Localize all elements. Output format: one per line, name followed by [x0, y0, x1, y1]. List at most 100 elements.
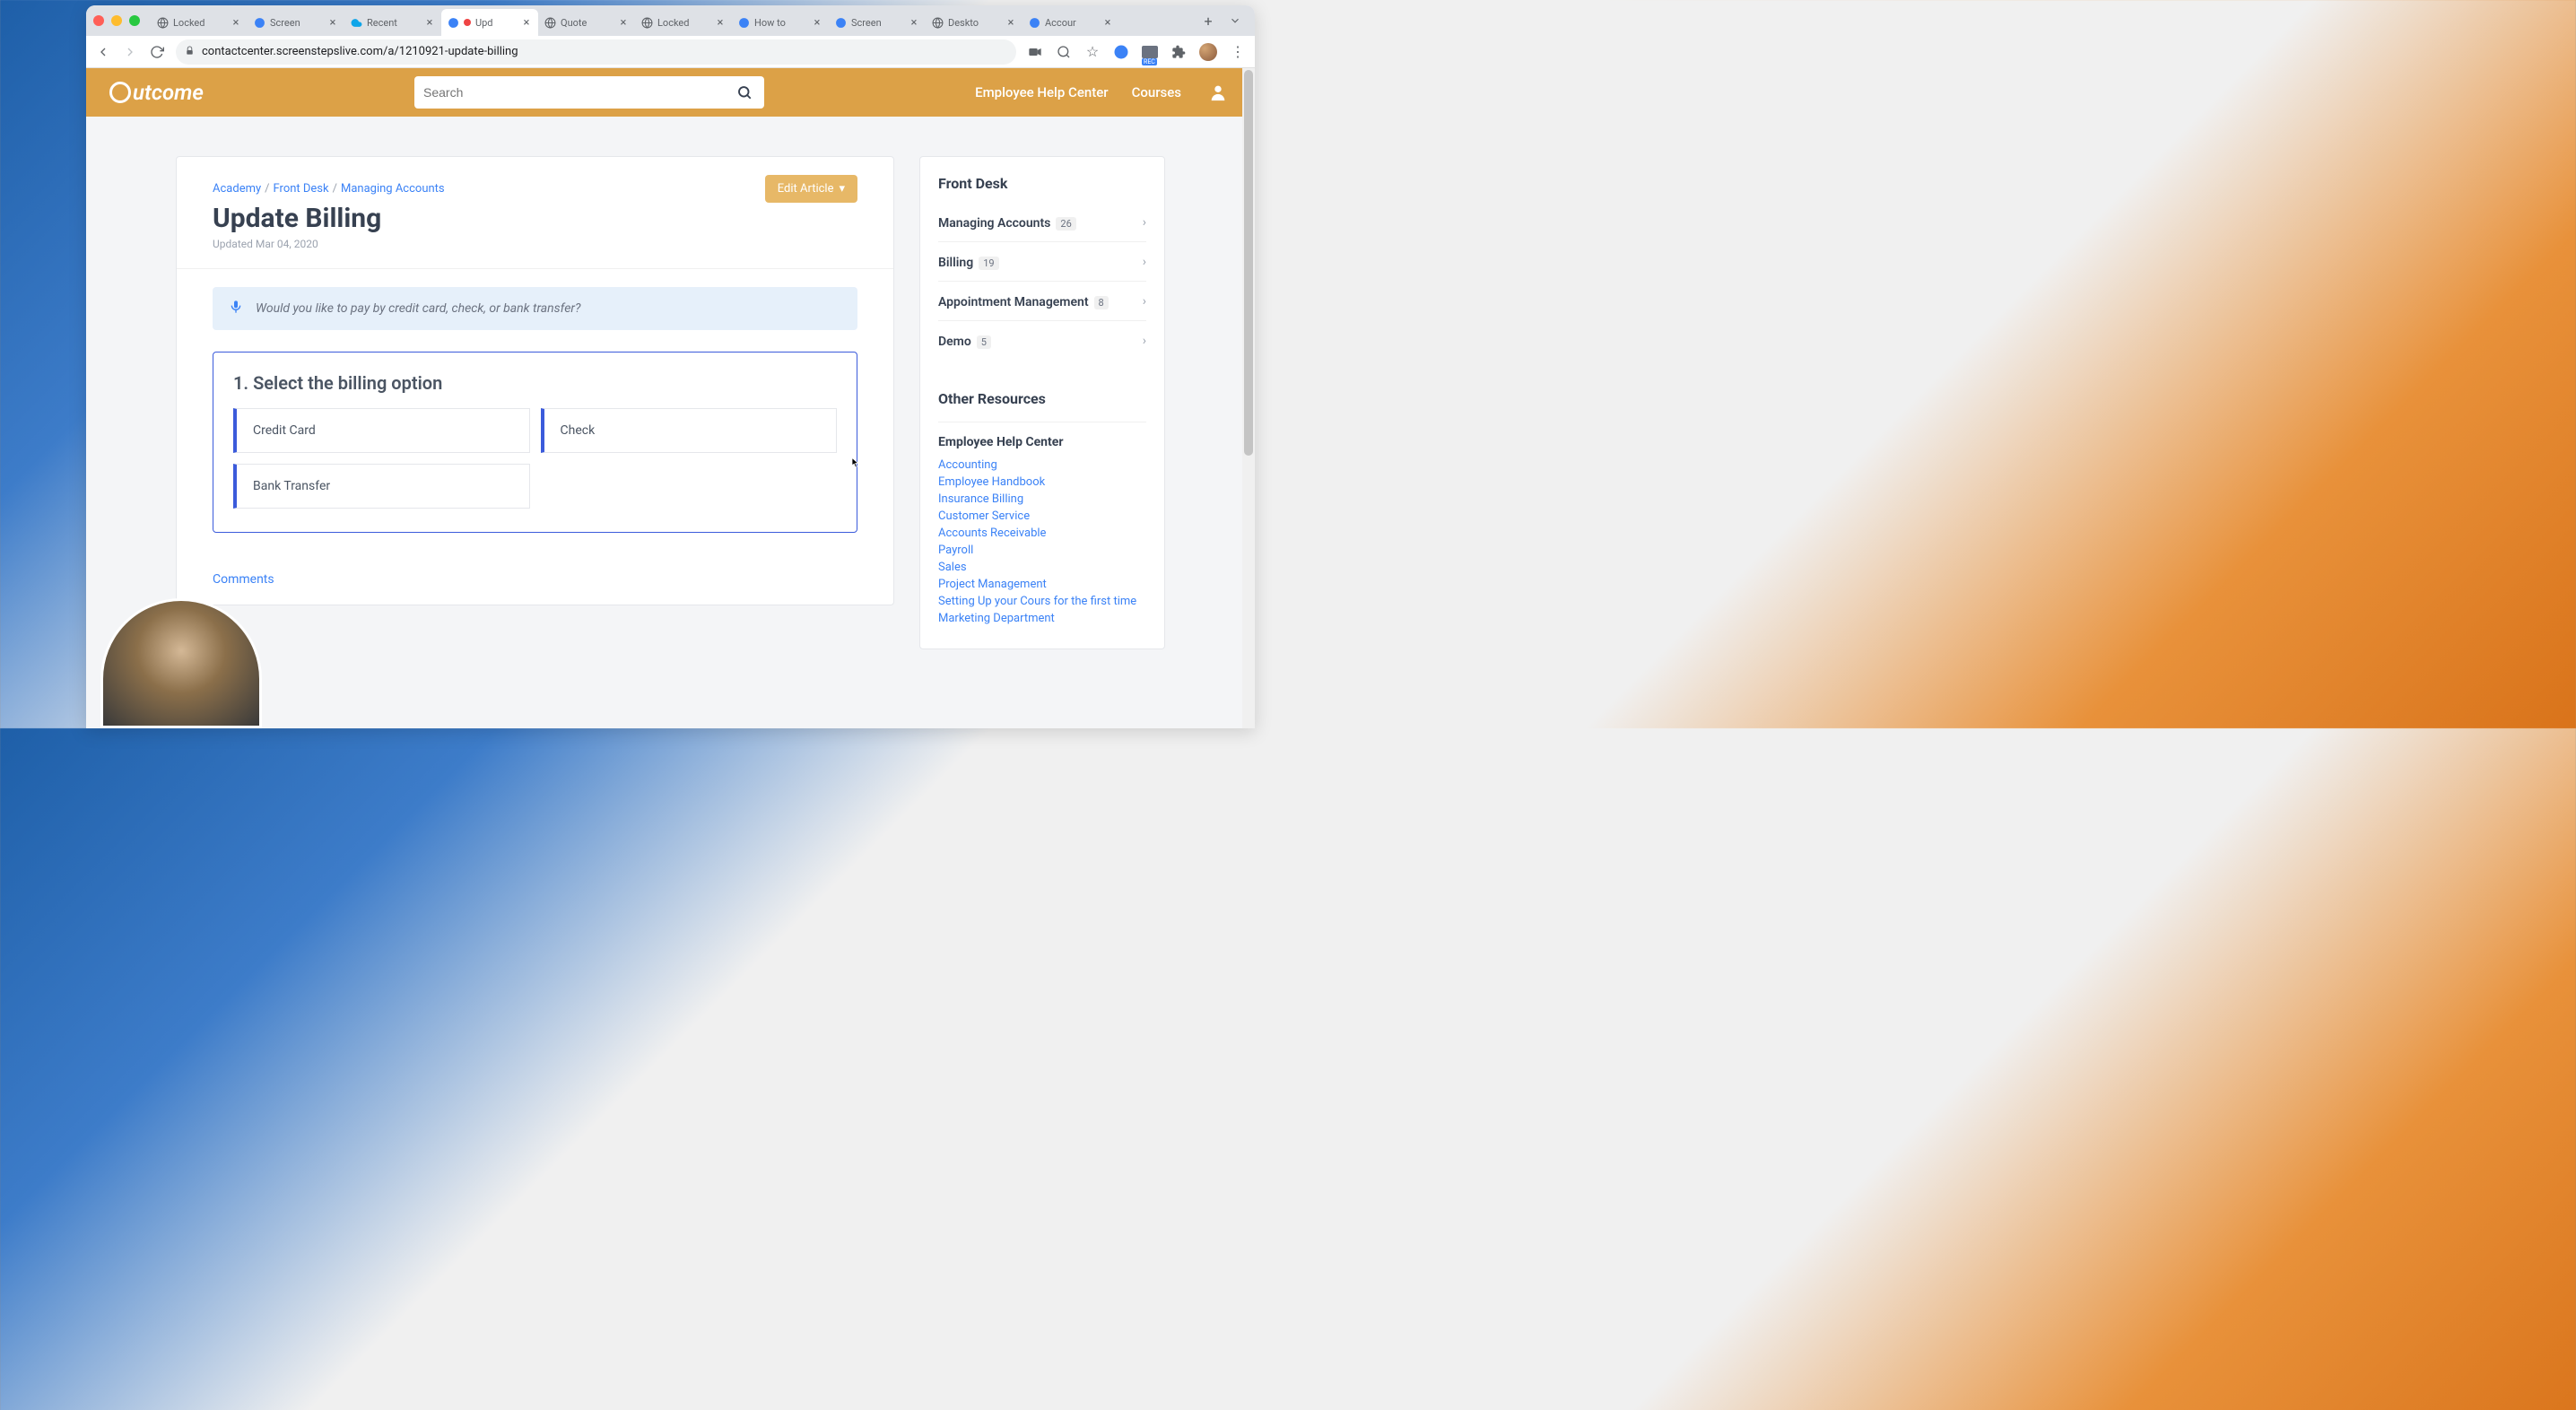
- camera-icon[interactable]: [1027, 44, 1043, 60]
- sidebar-category-item[interactable]: Billing19›: [938, 241, 1146, 281]
- breadcrumb-link[interactable]: Front Desk: [274, 182, 329, 196]
- extension-blue-icon[interactable]: [1113, 44, 1129, 60]
- tab-title: Screen: [270, 17, 322, 29]
- comments-link[interactable]: Comments: [177, 560, 893, 605]
- options-grid: Credit CardCheckBank Transfer: [233, 408, 837, 509]
- tab-close-icon[interactable]: ×: [520, 16, 533, 29]
- forward-button[interactable]: [122, 44, 138, 60]
- tab-favicon-icon: [640, 16, 653, 29]
- recorder-extension-icon[interactable]: REC: [1142, 44, 1158, 60]
- minimize-window-button[interactable]: [111, 15, 122, 26]
- logo-text: utcome: [133, 80, 204, 105]
- search-button[interactable]: [734, 82, 755, 103]
- tab-favicon-icon: [156, 16, 169, 29]
- tab-title: Deskto: [948, 17, 1000, 29]
- article-header: Academy/Front Desk/Managing Accounts Upd…: [177, 157, 893, 268]
- article-card: Academy/Front Desk/Managing Accounts Upd…: [176, 156, 894, 605]
- sidebar-resource-link[interactable]: Customer Service: [938, 508, 1146, 525]
- sidebar-resource-link[interactable]: Accounting: [938, 457, 1146, 474]
- profile-avatar[interactable]: [1199, 43, 1217, 61]
- sidebar-heading-other: Other Resources: [938, 376, 1146, 407]
- edit-button-label: Edit Article: [778, 182, 834, 196]
- breadcrumb-link[interactable]: Academy: [213, 182, 261, 196]
- browser-tab[interactable]: Recent×: [344, 9, 441, 36]
- tab-title: Locked: [173, 17, 225, 29]
- browser-menu-button[interactable]: ⋮: [1230, 44, 1246, 60]
- sidebar-resource-link[interactable]: Payroll: [938, 542, 1146, 559]
- address-bar: contactcenter.screenstepslive.com/a/1210…: [86, 36, 1255, 68]
- tab-title: Upd: [475, 17, 516, 29]
- breadcrumb-link[interactable]: Managing Accounts: [341, 182, 445, 196]
- tab-bar: Locked×Screen×Recent×Upd×Quote×Locked×Ho…: [86, 5, 1255, 36]
- browser-tab[interactable]: Upd ×: [441, 9, 538, 36]
- sidebar-resource-link[interactable]: Project Management: [938, 576, 1146, 593]
- edit-article-button[interactable]: Edit Article ▾: [765, 175, 857, 203]
- scrollbar-thumb[interactable]: [1244, 70, 1253, 456]
- sidebar-resource-link[interactable]: Accounts Receivable: [938, 525, 1146, 542]
- tab-close-icon[interactable]: ×: [617, 16, 630, 29]
- bookmark-star-icon[interactable]: ☆: [1084, 44, 1101, 60]
- billing-option[interactable]: Bank Transfer: [233, 464, 530, 509]
- billing-option[interactable]: Check: [541, 408, 838, 453]
- nav-courses[interactable]: Courses: [1132, 84, 1181, 100]
- sidebar-resource-link[interactable]: Employee Handbook: [938, 474, 1146, 491]
- tab-close-icon[interactable]: ×: [326, 16, 339, 29]
- extensions-puzzle-icon[interactable]: [1171, 44, 1187, 60]
- close-window-button[interactable]: [93, 15, 104, 26]
- browser-tab[interactable]: Screen×: [829, 9, 926, 36]
- maximize-window-button[interactable]: [129, 15, 140, 26]
- sidebar-category-item[interactable]: Managing Accounts26›: [938, 203, 1146, 241]
- tab-close-icon[interactable]: ×: [714, 16, 727, 29]
- scrollbar[interactable]: [1242, 68, 1255, 728]
- tab-favicon-icon: [447, 16, 459, 29]
- site-logo[interactable]: utcome: [109, 80, 204, 105]
- browser-tab[interactable]: Locked ×: [635, 9, 732, 36]
- tab-favicon-icon: [931, 16, 944, 29]
- page-content: utcome Employee Help Center Courses: [86, 68, 1255, 728]
- browser-tab[interactable]: Quote ×: [538, 9, 635, 36]
- browser-tab[interactable]: Accour×: [1023, 9, 1119, 36]
- sidebar-resource-link[interactable]: Setting Up your Cours for the first time: [938, 593, 1146, 610]
- article-updated-date: Updated Mar 04, 2020: [213, 238, 857, 250]
- window-controls: [93, 15, 140, 26]
- tab-overflow-icon[interactable]: [1223, 14, 1248, 27]
- sidebar-resource-link[interactable]: Insurance Billing: [938, 491, 1146, 508]
- zoom-icon[interactable]: [1056, 44, 1072, 60]
- back-button[interactable]: [95, 44, 111, 60]
- tab-close-icon[interactable]: ×: [1005, 16, 1017, 29]
- tab-close-icon[interactable]: ×: [230, 16, 242, 29]
- url-text: contactcenter.screenstepslive.com/a/1210…: [202, 45, 518, 58]
- browser-tab[interactable]: Screen ×: [248, 9, 344, 36]
- sidebar-resource-link[interactable]: Marketing Department: [938, 610, 1146, 627]
- recording-indicator-icon: [464, 17, 471, 29]
- search-input[interactable]: [423, 85, 727, 100]
- tab-title: Locked: [657, 17, 709, 29]
- logo-mark-icon: [109, 82, 131, 103]
- sidebar-card: Front Desk Managing Accounts26›Billing19…: [919, 156, 1165, 649]
- browser-tab[interactable]: Locked ×: [151, 9, 248, 36]
- tab-close-icon[interactable]: ×: [908, 16, 920, 29]
- article-title: Update Billing: [213, 203, 857, 234]
- breadcrumbs: Academy/Front Desk/Managing Accounts: [213, 182, 857, 196]
- nav-help-center[interactable]: Employee Help Center: [975, 84, 1108, 100]
- url-box[interactable]: contactcenter.screenstepslive.com/a/1210…: [176, 39, 1016, 65]
- tab-close-icon[interactable]: ×: [811, 16, 823, 29]
- billing-option[interactable]: Credit Card: [233, 408, 530, 453]
- user-menu-icon[interactable]: [1205, 79, 1231, 106]
- tab-title: Quote: [561, 17, 613, 29]
- tabs-container: Locked×Screen×Recent×Upd×Quote×Locked×Ho…: [151, 5, 1194, 36]
- site-search[interactable]: [414, 76, 764, 109]
- browser-tab[interactable]: Deskto ×: [926, 9, 1023, 36]
- reload-button[interactable]: [149, 44, 165, 60]
- tab-close-icon[interactable]: ×: [423, 16, 436, 29]
- sidebar-category-item[interactable]: Appointment Management8›: [938, 281, 1146, 320]
- sidebar-item-count: 8: [1094, 296, 1109, 309]
- sidebar-resource-link[interactable]: Sales: [938, 559, 1146, 576]
- chevron-right-icon: ›: [1143, 334, 1146, 348]
- browser-tab[interactable]: How to×: [732, 9, 829, 36]
- new-tab-button[interactable]: +: [1196, 7, 1221, 34]
- chevron-right-icon: ›: [1143, 255, 1146, 269]
- breadcrumb-separator: /: [333, 182, 337, 196]
- sidebar-category-item[interactable]: Demo5›: [938, 320, 1146, 360]
- tab-close-icon[interactable]: ×: [1101, 16, 1114, 29]
